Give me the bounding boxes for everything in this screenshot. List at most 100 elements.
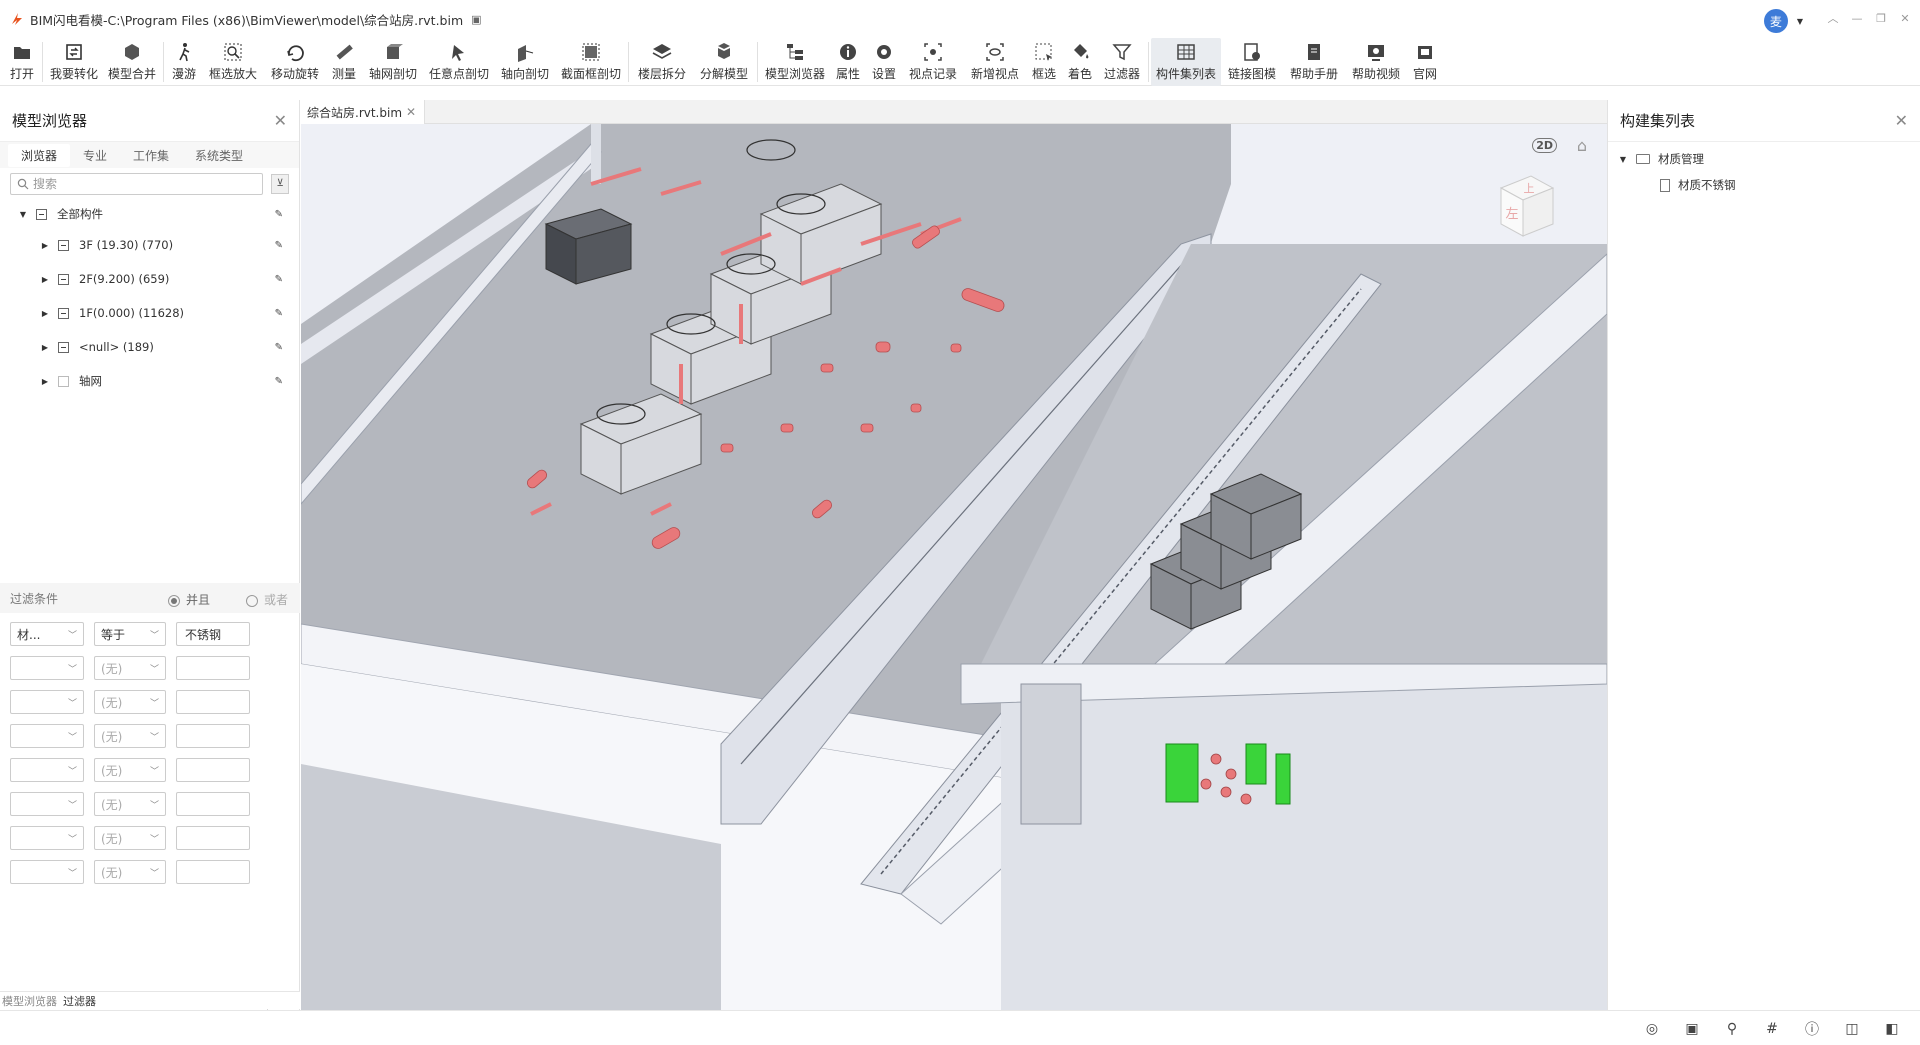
toolbar-button-grid-list[interactable]: 构件集列表 — [1151, 38, 1221, 86]
toolbar-button-gear[interactable]: 设置 — [866, 38, 902, 86]
pin-icon[interactable]: ✎ — [275, 209, 283, 220]
filter-operator-select[interactable]: (无) ﹀ — [94, 826, 166, 850]
toolbar-button-manual[interactable]: 帮助手册 — [1283, 38, 1345, 86]
search-field[interactable] — [10, 173, 264, 195]
toolbar-button-walk[interactable]: 漫游 — [166, 38, 202, 86]
filter-operator-select[interactable]: 等于 ﹀ — [94, 622, 166, 646]
home-icon[interactable]: ⌂ — [1577, 136, 1587, 155]
user-menu[interactable]: 麦 ▼ — [1763, 9, 1803, 33]
filter-field-select[interactable]: ﹀ — [10, 826, 84, 850]
view-icon[interactable]: ◎ — [1642, 1019, 1662, 1039]
tab-discipline[interactable]: 专业 — [70, 144, 120, 167]
filter-value-input[interactable] — [176, 656, 250, 680]
radio-and[interactable]: 并且 — [168, 591, 210, 608]
tree-item-3f[interactable]: ▶ 3F (19.30) (770) ✎ — [0, 228, 299, 262]
filter-operator-select[interactable]: (无) ﹀ — [94, 792, 166, 816]
tree-item-grid[interactable]: ▶ 轴网 ✎ — [0, 364, 299, 398]
avatar[interactable]: 麦 — [1763, 9, 1788, 33]
nav-cube-top[interactable]: 上 — [1524, 182, 1535, 195]
tree-checkbox[interactable] — [58, 273, 69, 285]
search-input[interactable] — [33, 177, 253, 191]
toolbar-button-axial-section[interactable]: 轴向剖切 — [494, 38, 556, 86]
toolbar-button-axis-section[interactable]: 轴网剖切 — [362, 38, 424, 86]
expand-right-icon[interactable]: ▶ — [40, 241, 50, 250]
tree-checkbox[interactable] — [58, 239, 69, 251]
filter-field-select[interactable]: ﹀ — [10, 758, 84, 782]
expand-down-icon[interactable]: ▼ — [18, 210, 28, 219]
info-icon[interactable]: ⓘ — [1802, 1019, 1822, 1039]
tab-browser[interactable]: 浏览器 — [8, 143, 71, 167]
toolbar-button-box-section[interactable]: 截面框剖切 — [556, 38, 626, 86]
tree-item-stainless[interactable]: 材质不锈钢 — [1608, 172, 1920, 198]
filter-field-select[interactable]: ﹀ — [10, 792, 84, 816]
toolbar-button-merge-model[interactable]: 模型合并 — [103, 38, 161, 86]
tree-checkbox[interactable] — [58, 341, 69, 353]
expand-right-icon[interactable]: ▶ — [40, 343, 50, 352]
expand-down-icon[interactable]: ▼ — [1618, 155, 1628, 164]
cube-small-icon[interactable]: ▣ — [1682, 1019, 1702, 1039]
tree-item-null[interactable]: ▶ <null> (189) ✎ — [0, 330, 299, 364]
pin-icon[interactable]: ✎ — [275, 342, 283, 353]
toolbar-button-convert[interactable]: 我要转化 — [45, 38, 103, 86]
filter-value-input[interactable] — [176, 860, 250, 884]
toolbar-button-paint-bucket[interactable]: 着色 — [1062, 38, 1098, 86]
tree-checkbox[interactable] — [36, 208, 47, 220]
pin-icon[interactable]: ✎ — [275, 308, 283, 319]
collapse-icon[interactable]: ︿ — [1826, 12, 1840, 26]
panel-icon[interactable]: ◧ — [1882, 1019, 1902, 1039]
nav-cube[interactable]: 上 左 — [1491, 170, 1561, 246]
filter-operator-select[interactable]: (无) ﹀ — [94, 690, 166, 714]
radio-on-icon[interactable] — [168, 594, 180, 607]
bottom-tab-filter[interactable]: 过滤器 — [63, 993, 96, 1009]
toolbar-button-rotate[interactable]: 移动旋转 — [264, 38, 326, 86]
filter-field-select[interactable]: ﹀ — [10, 656, 84, 680]
toolbar-button-viewpoint[interactable]: 视点记录 — [902, 38, 964, 86]
3d-viewport[interactable]: 2D ⌂ 上 左 — [301, 124, 1607, 1010]
toolbar-button-model-tree[interactable]: 模型浏览器 — [760, 38, 830, 86]
expand-right-icon[interactable]: ▶ — [40, 377, 50, 386]
filter-value-input[interactable] — [176, 690, 250, 714]
toolbar-button-add-viewpoint[interactable]: 新增视点 — [964, 38, 1026, 86]
tab-workset[interactable]: 工作集 — [120, 144, 182, 167]
box-icon[interactable]: ◫ — [1842, 1019, 1862, 1039]
radio-or[interactable]: 或者 — [246, 591, 288, 608]
pin-icon[interactable]: ✎ — [275, 240, 283, 251]
close-icon[interactable]: ✕ — [1898, 12, 1912, 26]
filter-field-select[interactable]: ﹀ — [10, 724, 84, 748]
filter-field-select[interactable]: 材... ﹀ — [10, 622, 84, 646]
toolbar-button-website[interactable]: 官网 — [1407, 38, 1443, 86]
filter-value-input[interactable] — [176, 826, 250, 850]
close-icon[interactable]: ✕ — [274, 111, 287, 130]
toolbar-button-folder-open[interactable]: 打开 — [4, 38, 40, 86]
toolbar-button-video[interactable]: 帮助视频 — [1345, 38, 1407, 86]
toolbar-button-link-drawing[interactable]: 链接图模 — [1221, 38, 1283, 86]
toolbar-button-info[interactable]: 属性 — [830, 38, 866, 86]
filter-operator-select[interactable]: (无) ﹀ — [94, 724, 166, 748]
toolbar-button-select-box[interactable]: 框选 — [1026, 38, 1062, 86]
chevron-down-icon[interactable]: ▼ — [1797, 17, 1803, 26]
tree-checkbox[interactable] — [58, 375, 69, 387]
close-icon[interactable]: ✕ — [1895, 111, 1908, 130]
maximize-icon[interactable]: ❐ — [1874, 12, 1888, 26]
filter-field-select[interactable]: ﹀ — [10, 860, 84, 884]
toolbar-button-filter[interactable]: 过滤器 — [1098, 38, 1146, 86]
filter-value-input[interactable] — [176, 792, 250, 816]
grid-hash-icon[interactable]: # — [1762, 1019, 1782, 1039]
pin-icon[interactable]: ✎ — [275, 274, 283, 285]
minimize-icon[interactable]: — — [1850, 12, 1864, 26]
tree-root[interactable]: ▼ 全部构件 ✎ — [0, 200, 299, 228]
tree-checkbox[interactable] — [58, 307, 69, 319]
view-2d-toggle[interactable]: 2D — [1532, 138, 1557, 153]
expand-right-icon[interactable]: ▶ — [40, 309, 50, 318]
tree-filter-icon[interactable]: ⊻ — [271, 174, 289, 194]
tree-folder-materials[interactable]: ▼ 材质管理 — [1608, 146, 1920, 172]
toolbar-button-zoom-box[interactable]: 框选放大 — [202, 38, 264, 86]
tree-item-1f[interactable]: ▶ 1F(0.000) (11628) ✎ — [0, 296, 299, 330]
toolbar-button-point-section[interactable]: 任意点剖切 — [424, 38, 494, 86]
document-tab[interactable]: 综合站房.rvt.bim ✕ — [301, 100, 425, 124]
model-scene[interactable] — [301, 124, 1607, 1010]
nav-cube-left[interactable]: 左 — [1505, 207, 1518, 222]
pin-icon[interactable]: ✎ — [275, 376, 283, 387]
filter-operator-select[interactable]: (无) ﹀ — [94, 656, 166, 680]
bottom-tab-model-browser[interactable]: 模型浏览器 — [2, 993, 57, 1009]
